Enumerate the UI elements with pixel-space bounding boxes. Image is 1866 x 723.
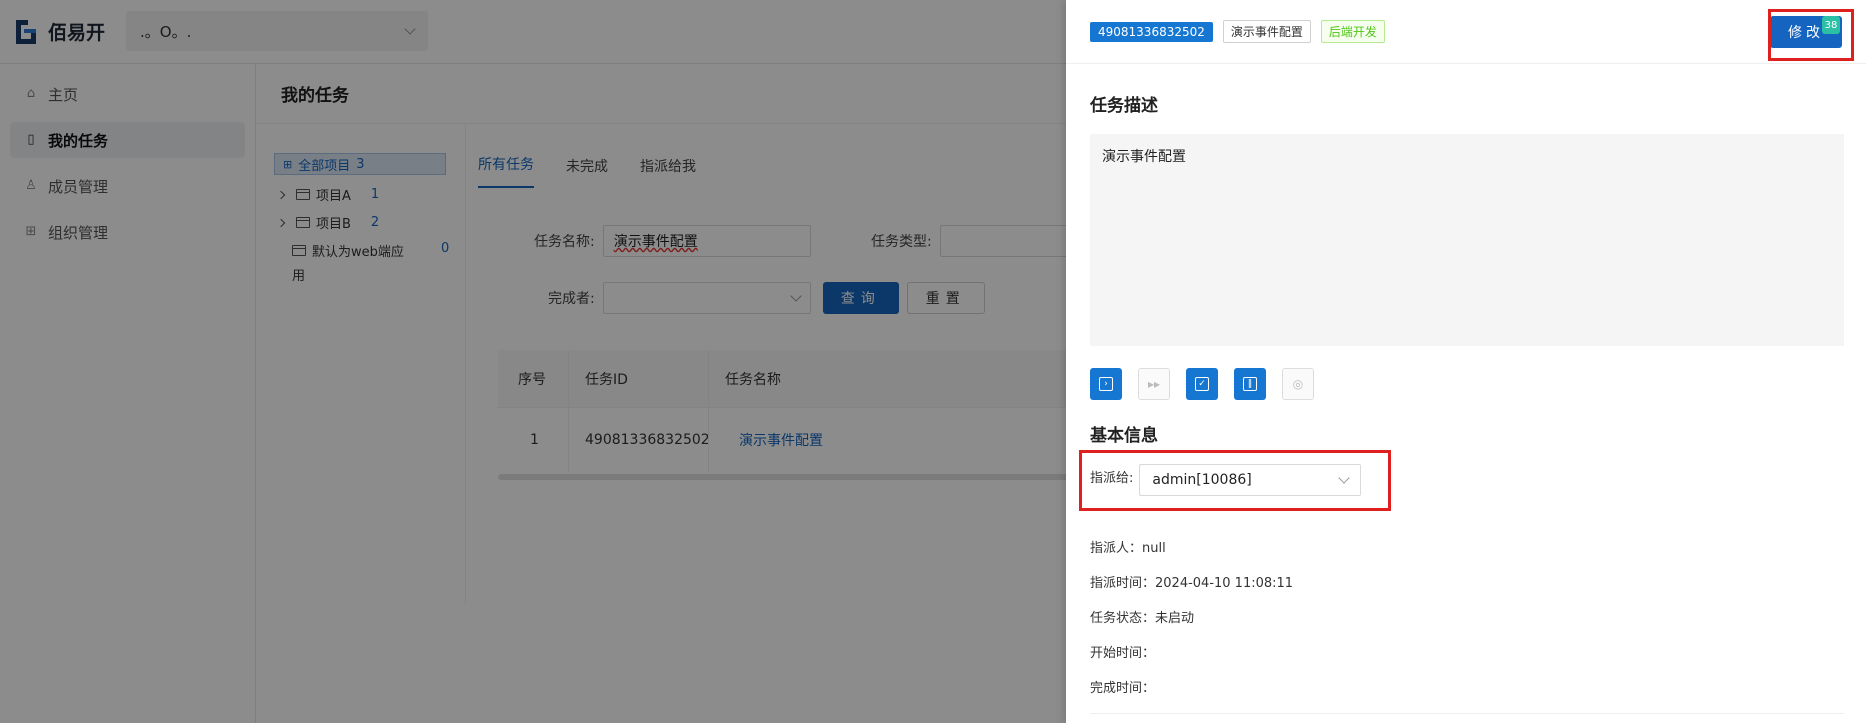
bulb-tool-button[interactable]: ◎ (1282, 368, 1314, 400)
task-description-text: 演示事件配置 (1102, 149, 1186, 165)
fast-forward-icon: ▸▸ (1147, 377, 1161, 391)
desc-section-title: 任务描述 (1090, 96, 1158, 116)
lightbulb-icon: ◎ (1292, 377, 1304, 391)
drawer-divider (1090, 713, 1844, 714)
task-name-tag: 演示事件配置 (1222, 20, 1311, 43)
terminal-tool-button[interactable]: › (1090, 368, 1122, 400)
forward-tool-button[interactable]: ▸▸ (1138, 368, 1170, 400)
task-type-tag: 后端开发 (1320, 20, 1385, 43)
task-description[interactable]: 演示事件配置 (1090, 134, 1844, 346)
start-time-info: 开始时间： (1090, 646, 1156, 661)
basic-info-title: 基本信息 (1090, 426, 1158, 446)
terminal-icon: › (1099, 377, 1113, 391)
checkbox-icon: ✓ (1195, 377, 1209, 391)
assign-time-info: 指派时间：2024-04-10 11:08:11 (1090, 576, 1294, 591)
split-icon: ‖ (1243, 377, 1257, 391)
task-status-info: 任务状态：未启动 (1090, 611, 1195, 626)
finish-time-info: 完成时间： (1090, 681, 1156, 696)
assigner-info: 指派人：null (1090, 541, 1166, 556)
check-tool-button[interactable]: ✓ (1186, 368, 1218, 400)
drawer-header: 49081336832502 演示事件配置 后端开发 (1066, 0, 1866, 64)
task-detail-drawer: 49081336832502 演示事件配置 后端开发 修改 38 任务描述 演示… (1066, 0, 1866, 723)
split-tool-button[interactable]: ‖ (1234, 368, 1266, 400)
highlight-box-assign (1079, 450, 1391, 511)
task-id-tag: 49081336832502 (1090, 21, 1213, 42)
highlight-box-edit (1768, 9, 1854, 61)
